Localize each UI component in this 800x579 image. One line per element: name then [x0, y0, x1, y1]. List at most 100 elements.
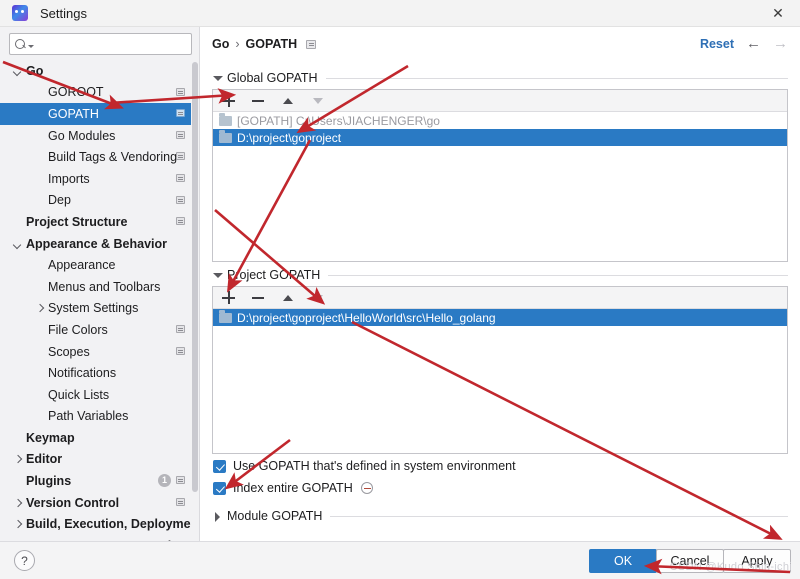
list-item-label: D:\project\goproject: [237, 130, 342, 145]
help-button[interactable]: ?: [14, 550, 35, 571]
settings-sync-badge-icon: [176, 130, 185, 139]
list-item[interactable]: D:\project\goproject\HelloWorld\src\Hell…: [213, 309, 787, 326]
use-system-gopath-checkbox[interactable]: [213, 459, 226, 473]
sidebar-item-build-tags-vendoring[interactable]: Build Tags & Vendoring: [0, 146, 199, 168]
sidebar-item-appearance-behavior[interactable]: Appearance & Behavior: [0, 233, 199, 255]
settings-sync-badge-icon: [176, 346, 185, 355]
forward-arrow-icon[interactable]: →: [773, 36, 788, 51]
module-gopath-section-header[interactable]: Module GOPATH: [212, 508, 788, 524]
chevron-right-icon[interactable]: [12, 497, 24, 509]
sidebar-item-imports[interactable]: Imports: [0, 168, 199, 190]
sidebar-item-appearance[interactable]: Appearance: [0, 254, 199, 276]
sidebar-item-label: Build Tags & Vendoring: [48, 150, 178, 165]
sidebar-item-label: Keymap: [26, 430, 75, 445]
module-gopath-title: Module GOPATH: [227, 509, 323, 523]
settings-sidebar: Go GOROOT GOPATH Go Modules Build Tags & Ven…: [0, 27, 200, 541]
breadcrumb-root[interactable]: Go: [212, 37, 229, 51]
sidebar-item-label: Imports: [48, 171, 90, 186]
sidebar-item-goroot[interactable]: GOROOT: [0, 82, 199, 104]
sidebar-item-gopath[interactable]: GOPATH: [0, 103, 199, 125]
sidebar-item-label: System Settings: [48, 301, 139, 316]
breadcrumb-current: GOPATH: [245, 37, 298, 51]
goland-icon: [12, 5, 28, 21]
sidebar-item-notifications[interactable]: Notifications: [0, 362, 199, 384]
chevron-down-icon[interactable]: [12, 65, 24, 77]
search-field-wrapper: [9, 33, 192, 55]
list-item-label: D:\project\goproject\HelloWorld\src\Hell…: [237, 310, 496, 325]
settings-sync-badge-icon: [176, 217, 185, 226]
chevron-down-icon[interactable]: [28, 44, 34, 48]
use-system-gopath-label: Use GOPATH that's defined in system envi…: [233, 459, 516, 473]
sidebar-item-menus-and-toolbars[interactable]: Menus and Toolbars: [0, 276, 199, 298]
chevron-right-icon[interactable]: [34, 302, 46, 314]
sidebar-item-path-variables[interactable]: Path Variables: [0, 406, 199, 428]
sidebar-item-label: Project Structure: [26, 214, 128, 229]
list-item-label: [GOPATH] C:\Users\JIACHENGER\go: [237, 113, 440, 128]
global-gopath-title: Global GOPATH: [227, 71, 318, 85]
sidebar-item-label: Plugins: [26, 474, 72, 489]
list-item[interactable]: D:\project\goproject: [213, 129, 787, 146]
breadcrumb: Go › GOPATH: [212, 37, 317, 51]
sidebar-item-label: GOROOT: [48, 85, 104, 100]
close-icon[interactable]: ✕: [756, 0, 800, 27]
remove-icon[interactable]: [251, 93, 266, 108]
arrow-up-icon[interactable]: [281, 93, 296, 108]
chevron-right-icon[interactable]: [12, 518, 24, 530]
project-gopath-title: Project GOPATH: [227, 268, 321, 282]
ok-button[interactable]: OK: [589, 549, 657, 573]
sidebar-item-scopes[interactable]: Scopes: [0, 341, 199, 363]
add-icon[interactable]: [221, 93, 236, 108]
use-system-gopath-row[interactable]: Use GOPATH that's defined in system envi…: [213, 459, 516, 473]
index-entire-gopath-checkbox[interactable]: [213, 481, 226, 495]
sidebar-item-editor[interactable]: Editor: [0, 449, 199, 471]
arrow-down-icon[interactable]: [311, 93, 326, 108]
chevron-down-icon[interactable]: [12, 238, 24, 250]
search-input[interactable]: [9, 33, 192, 55]
project-gopath-list: D:\project\goproject\HelloWorld\src\Hell…: [213, 309, 787, 326]
collapse-triangle-icon[interactable]: [212, 73, 223, 84]
sidebar-item-quick-lists[interactable]: Quick Lists: [0, 384, 199, 406]
sidebar-item-label: File Colors: [48, 322, 108, 337]
settings-sync-badge-icon: [176, 173, 185, 182]
sidebar-item-dep[interactable]: Dep: [0, 190, 199, 212]
sidebar-item-plugins[interactable]: Plugins 1: [0, 470, 199, 492]
add-icon[interactable]: [221, 290, 236, 305]
chevron-right-icon[interactable]: [12, 453, 24, 465]
section-divider: [325, 77, 788, 79]
sidebar-item-label: Notifications: [48, 366, 117, 381]
sidebar-item-go[interactable]: Go: [0, 60, 199, 82]
info-icon[interactable]: [360, 482, 373, 494]
arrow-up-icon[interactable]: [281, 290, 296, 305]
arrow-down-icon[interactable]: [311, 290, 326, 305]
settings-sync-badge-icon: [176, 87, 185, 96]
global-gopath-toolbar: [213, 90, 787, 112]
sidebar-item-label: Go Modules: [48, 128, 116, 143]
sidebar-item-project-structure[interactable]: Project Structure: [0, 211, 199, 233]
sidebar-item-label: Appearance: [48, 258, 116, 273]
settings-sync-badge-icon: [176, 152, 185, 161]
section-divider: [330, 515, 788, 517]
sidebar-item-go-modules[interactable]: Go Modules: [0, 125, 199, 147]
settings-tree: Go GOROOT GOPATH Go Modules Build Tags & Ven…: [0, 60, 199, 541]
sidebar-item-version-control[interactable]: Version Control: [0, 492, 199, 514]
project-gopath-toolbar: [213, 287, 787, 309]
global-gopath-section-header: Global GOPATH: [212, 70, 788, 86]
remove-icon[interactable]: [251, 290, 266, 305]
folder-icon: [219, 310, 232, 323]
sidebar-item-label: Go: [26, 63, 44, 78]
expand-triangle-icon[interactable]: [212, 511, 223, 522]
list-item[interactable]: [GOPATH] C:\Users\JIACHENGER\go: [213, 112, 787, 129]
sidebar-item-system-settings[interactable]: System Settings: [0, 298, 199, 320]
sidebar-scrollbar[interactable]: [191, 60, 199, 541]
sidebar-item-build-execution-deployment[interactable]: Build, Execution, Deployment: [0, 513, 199, 535]
folder-icon: [219, 113, 232, 126]
sidebar-item-file-colors[interactable]: File Colors: [0, 319, 199, 341]
sidebar-item-keymap[interactable]: Keymap: [0, 427, 199, 449]
back-arrow-icon[interactable]: ←: [746, 36, 761, 51]
collapse-triangle-icon[interactable]: [212, 270, 223, 281]
index-entire-gopath-row[interactable]: Index entire GOPATH: [213, 481, 373, 495]
sidebar-scrollbar-thumb[interactable]: [192, 62, 198, 492]
reset-link[interactable]: Reset: [700, 37, 734, 51]
nav-arrows: ← →: [746, 36, 788, 51]
sidebar-item-label: Path Variables: [48, 409, 129, 424]
